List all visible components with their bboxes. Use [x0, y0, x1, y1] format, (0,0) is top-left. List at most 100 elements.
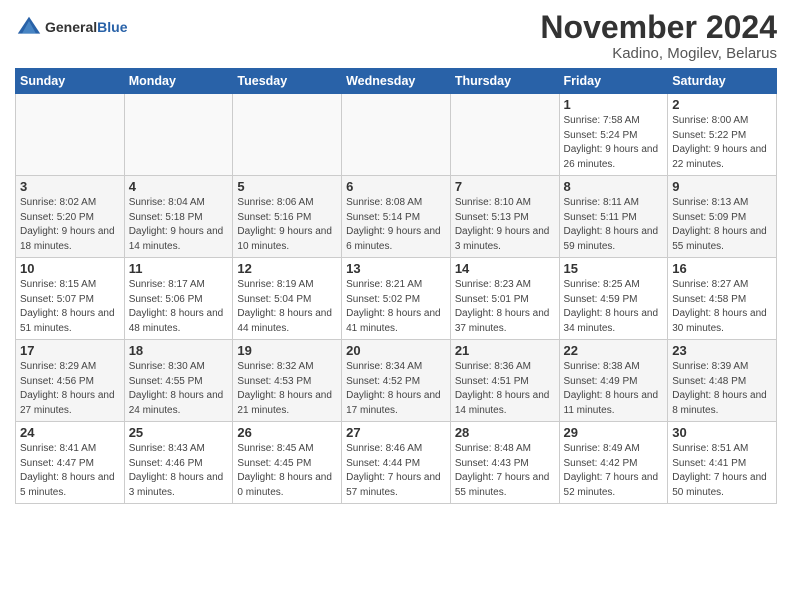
day-cell: 9 Sunrise: 8:13 AM Sunset: 5:09 PM Daylig… [668, 176, 777, 258]
day-number: 3 [20, 179, 120, 194]
day-number: 13 [346, 261, 446, 276]
day-cell: 15 Sunrise: 8:25 AM Sunset: 4:59 PM Dayli… [559, 258, 668, 340]
day-cell: 24 Sunrise: 8:41 AM Sunset: 4:47 PM Dayli… [16, 422, 125, 504]
day-info: Sunrise: 8:30 AM Sunset: 4:55 PM Dayligh… [129, 360, 229, 418]
calendar: Sunday Monday Tuesday Wednesday Thursday… [15, 68, 777, 504]
day-cell: 30Sunrise: 8:51 AM Sunset: 4:41 PM Dayli… [668, 422, 777, 504]
day-info: Sunrise: 8:41 AM Sunset: 4:47 PM Dayligh… [20, 442, 120, 500]
day-info: Sunrise: 8:39 AM Sunset: 4:48 PM Dayligh… [672, 360, 772, 418]
day-cell: 5Sunrise: 8:06 AM Sunset: 5:16 PM Daylig… [233, 176, 342, 258]
day-cell: 29Sunrise: 8:49 AM Sunset: 4:42 PM Dayli… [559, 422, 668, 504]
day-number: 11 [129, 261, 229, 276]
week-row-5: 24 Sunrise: 8:41 AM Sunset: 4:47 PM Dayli… [16, 422, 777, 504]
day-cell: 13Sunrise: 8:21 AM Sunset: 5:02 PM Dayli… [342, 258, 451, 340]
day-info: Sunrise: 8:49 AM Sunset: 4:42 PM Dayligh… [564, 442, 664, 500]
day-number: 25 [129, 425, 229, 440]
week-row-3: 10 Sunrise: 8:15 AM Sunset: 5:07 PM Dayli… [16, 258, 777, 340]
day-info: Sunrise: 8:10 AM Sunset: 5:13 PM Dayligh… [455, 196, 555, 254]
day-info: Sunrise: 8:45 AM Sunset: 4:45 PM Dayligh… [237, 442, 337, 500]
day-number: 10 [20, 261, 120, 276]
day-cell: 1Sunrise: 7:58 AM Sunset: 5:24 PM Daylig… [559, 94, 668, 176]
day-cell: 10 Sunrise: 8:15 AM Sunset: 5:07 PM Dayli… [16, 258, 125, 340]
day-number: 12 [237, 261, 337, 276]
day-number: 17 [20, 343, 120, 358]
day-number: 16 [672, 261, 772, 276]
day-info: Sunrise: 8:48 AM Sunset: 4:43 PM Dayligh… [455, 442, 555, 500]
day-number: 22 [564, 343, 664, 358]
day-info: Sunrise: 8:11 AM Sunset: 5:11 PM Dayligh… [564, 196, 664, 254]
day-info: Sunrise: 8:08 AM Sunset: 5:14 PM Dayligh… [346, 196, 446, 254]
day-cell: 4 Sunrise: 8:04 AM Sunset: 5:18 PM Daylig… [124, 176, 233, 258]
header: GeneralBlue Blue November 2024 Kadino, M… [15, 10, 777, 62]
day-cell: 8 Sunrise: 8:11 AM Sunset: 5:11 PM Daylig… [559, 176, 668, 258]
col-sunday: Sunday [16, 69, 125, 94]
calendar-header-row: Sunday Monday Tuesday Wednesday Thursday… [16, 69, 777, 94]
day-cell: 27 Sunrise: 8:46 AM Sunset: 4:44 PM Dayli… [342, 422, 451, 504]
day-info: Sunrise: 8:15 AM Sunset: 5:07 PM Dayligh… [20, 278, 120, 336]
day-cell: 2 Sunrise: 8:00 AM Sunset: 5:22 PM Daylig… [668, 94, 777, 176]
day-number: 21 [455, 343, 555, 358]
week-row-4: 17Sunrise: 8:29 AM Sunset: 4:56 PM Dayli… [16, 340, 777, 422]
day-number: 8 [564, 179, 664, 194]
day-cell: 17Sunrise: 8:29 AM Sunset: 4:56 PM Dayli… [16, 340, 125, 422]
month-title: November 2024 [540, 10, 777, 45]
col-thursday: Thursday [450, 69, 559, 94]
day-number: 27 [346, 425, 446, 440]
day-info: Sunrise: 8:06 AM Sunset: 5:16 PM Dayligh… [237, 196, 337, 254]
day-info: Sunrise: 8:23 AM Sunset: 5:01 PM Dayligh… [455, 278, 555, 336]
day-cell: 26 Sunrise: 8:45 AM Sunset: 4:45 PM Dayli… [233, 422, 342, 504]
day-info: Sunrise: 8:51 AM Sunset: 4:41 PM Dayligh… [672, 442, 772, 500]
day-info: Sunrise: 8:43 AM Sunset: 4:46 PM Dayligh… [129, 442, 229, 500]
day-cell: 7Sunrise: 8:10 AM Sunset: 5:13 PM Daylig… [450, 176, 559, 258]
day-info: Sunrise: 8:27 AM Sunset: 4:58 PM Dayligh… [672, 278, 772, 336]
day-number: 24 [20, 425, 120, 440]
col-wednesday: Wednesday [342, 69, 451, 94]
logo-icon [15, 14, 43, 42]
day-info: Sunrise: 8:38 AM Sunset: 4:49 PM Dayligh… [564, 360, 664, 418]
day-info: Sunrise: 8:34 AM Sunset: 4:52 PM Dayligh… [346, 360, 446, 418]
day-number: 28 [455, 425, 555, 440]
day-info: Sunrise: 8:04 AM Sunset: 5:18 PM Dayligh… [129, 196, 229, 254]
day-cell [16, 94, 125, 176]
day-cell [233, 94, 342, 176]
col-friday: Friday [559, 69, 668, 94]
day-cell: 21 Sunrise: 8:36 AM Sunset: 4:51 PM Dayli… [450, 340, 559, 422]
day-cell [450, 94, 559, 176]
day-info: Sunrise: 8:32 AM Sunset: 4:53 PM Dayligh… [237, 360, 337, 418]
day-number: 14 [455, 261, 555, 276]
day-number: 4 [129, 179, 229, 194]
day-info: Sunrise: 7:58 AM Sunset: 5:24 PM Dayligh… [564, 114, 664, 172]
day-cell: 20Sunrise: 8:34 AM Sunset: 4:52 PM Dayli… [342, 340, 451, 422]
day-cell: 23 Sunrise: 8:39 AM Sunset: 4:48 PM Dayli… [668, 340, 777, 422]
day-info: Sunrise: 8:19 AM Sunset: 5:04 PM Dayligh… [237, 278, 337, 336]
day-number: 26 [237, 425, 337, 440]
day-info: Sunrise: 8:13 AM Sunset: 5:09 PM Dayligh… [672, 196, 772, 254]
day-info: Sunrise: 8:36 AM Sunset: 4:51 PM Dayligh… [455, 360, 555, 418]
day-cell: 18 Sunrise: 8:30 AM Sunset: 4:55 PM Dayli… [124, 340, 233, 422]
day-number: 6 [346, 179, 446, 194]
day-number: 2 [672, 97, 772, 112]
page: GeneralBlue Blue November 2024 Kadino, M… [0, 0, 792, 612]
day-info: Sunrise: 8:25 AM Sunset: 4:59 PM Dayligh… [564, 278, 664, 336]
logo-general: General [45, 19, 97, 35]
day-cell [124, 94, 233, 176]
week-row-2: 3Sunrise: 8:02 AM Sunset: 5:20 PM Daylig… [16, 176, 777, 258]
day-cell: 25 Sunrise: 8:43 AM Sunset: 4:46 PM Dayli… [124, 422, 233, 504]
day-cell: 19 Sunrise: 8:32 AM Sunset: 4:53 PM Dayli… [233, 340, 342, 422]
day-number: 9 [672, 179, 772, 194]
col-tuesday: Tuesday [233, 69, 342, 94]
day-number: 15 [564, 261, 664, 276]
day-number: 18 [129, 343, 229, 358]
col-saturday: Saturday [668, 69, 777, 94]
day-cell [342, 94, 451, 176]
col-monday: Monday [124, 69, 233, 94]
week-row-1: 1Sunrise: 7:58 AM Sunset: 5:24 PM Daylig… [16, 94, 777, 176]
day-number: 23 [672, 343, 772, 358]
day-cell: 22 Sunrise: 8:38 AM Sunset: 4:49 PM Dayli… [559, 340, 668, 422]
day-cell: 12 Sunrise: 8:19 AM Sunset: 5:04 PM Dayli… [233, 258, 342, 340]
day-info: Sunrise: 8:00 AM Sunset: 5:22 PM Dayligh… [672, 114, 772, 172]
day-cell: 3Sunrise: 8:02 AM Sunset: 5:20 PM Daylig… [16, 176, 125, 258]
day-number: 19 [237, 343, 337, 358]
day-cell: 14 Sunrise: 8:23 AM Sunset: 5:01 PM Dayli… [450, 258, 559, 340]
day-info: Sunrise: 8:46 AM Sunset: 4:44 PM Dayligh… [346, 442, 446, 500]
